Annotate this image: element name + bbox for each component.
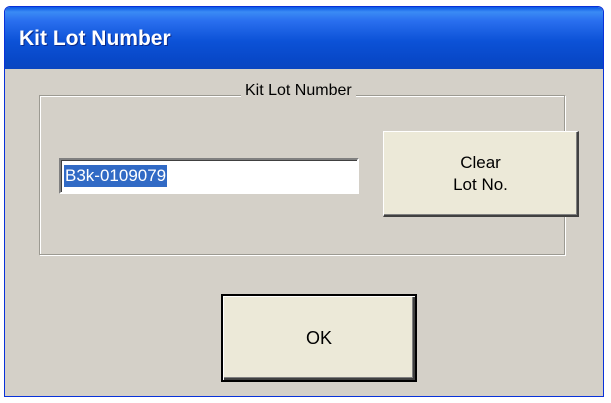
clear-lot-button[interactable]: Clear Lot No. bbox=[383, 131, 579, 217]
clear-lot-button-label-line1: Clear bbox=[460, 152, 501, 172]
groupbox-legend: Kit Lot Number bbox=[241, 82, 356, 100]
title-bar[interactable]: Kit Lot Number bbox=[5, 7, 603, 69]
lot-number-value[interactable]: B3k-0109079 bbox=[64, 165, 168, 187]
ok-button-label: OK bbox=[305, 327, 332, 348]
ok-button[interactable]: OK bbox=[221, 294, 417, 382]
dialog-window: Kit Lot Number Kit Lot Number B3k-010907… bbox=[4, 6, 604, 397]
clear-lot-button-label-line2: Lot No. bbox=[453, 174, 508, 194]
window-title: Kit Lot Number bbox=[19, 27, 171, 50]
lot-number-input[interactable]: B3k-0109079 bbox=[59, 158, 359, 194]
dialog-body: Kit Lot Number B3k-0109079 Clear Lot No.… bbox=[8, 69, 600, 393]
